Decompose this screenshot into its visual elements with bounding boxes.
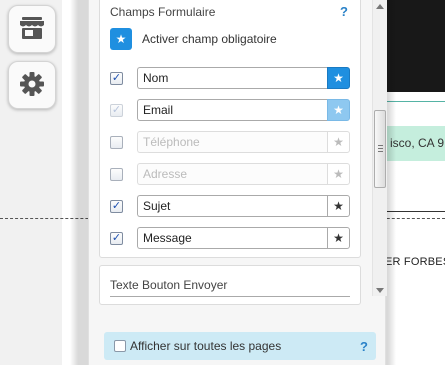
field-label-input-nom[interactable]: Nom [137,67,327,89]
show-on-all-pages-bar: Afficher sur toutes les pages ? [104,332,376,360]
field-row-nom: ✓ Nom ★ [110,67,350,89]
required-toggle-telephone[interactable]: ★ [327,131,350,153]
submit-button-text-section: Texte Bouton Envoyer [99,265,361,305]
show-on-all-pages-label: Afficher sur toutes les pages [130,339,282,353]
submit-button-text-title: Texte Bouton Envoyer [110,278,228,292]
field-label-input-adresse[interactable]: Adresse [137,163,327,185]
field-label-input-telephone[interactable]: Téléphone [137,131,327,153]
field-checkbox-email[interactable]: ✓ [110,104,123,117]
field-checkbox-sujet[interactable]: ✓ [110,200,123,213]
grip-line [378,151,383,152]
address-text: isco, CA 9 [390,136,445,150]
field-checkbox-telephone[interactable] [110,136,123,149]
required-toggle-email[interactable]: ★ [327,99,350,121]
required-toggle-message[interactable]: ★ [327,227,350,249]
field-row-sujet: ✓ Sujet ★ [110,195,350,217]
star-icon: ★ [333,167,344,181]
required-toggle-sujet[interactable]: ★ [327,195,350,217]
star-icon: ★ [333,199,344,213]
required-toggle-adresse[interactable]: ★ [327,163,350,185]
field-checkbox-message[interactable]: ✓ [110,232,123,245]
star-icon: ★ [333,71,344,85]
scroll-down-arrow-icon[interactable] [376,288,384,293]
star-icon: ★ [333,231,344,245]
field-row-email: ✓ Email ★ [110,99,350,121]
scroll-up-arrow-icon[interactable] [376,4,384,9]
help-icon[interactable]: ? [360,339,368,354]
mandatory-toggle-label: Activer champ obligatoire [142,32,277,46]
scrollbar-thumb[interactable] [374,110,386,188]
submit-button-text-input[interactable] [110,296,350,306]
show-on-all-pages-checkbox[interactable] [114,340,126,352]
editor-toolbar [0,0,62,365]
store-icon [19,16,45,43]
field-row-adresse: Adresse ★ [110,163,350,185]
grip-line [378,148,383,149]
star-icon: ★ [115,32,127,46]
contact-form-settings-panel: Champs Formulaire ? ★ Activer champ obli… [88,0,387,365]
help-icon[interactable]: ? [340,4,348,19]
star-icon: ★ [333,135,344,149]
field-checkbox-adresse[interactable] [110,168,123,181]
required-toggle-nom[interactable]: ★ [327,67,350,89]
grip-line [378,145,383,146]
gear-icon [19,71,45,100]
star-icon: ★ [333,103,344,117]
panel-scrollbar[interactable] [372,0,387,296]
form-fields-title: Champs Formulaire [110,5,216,19]
field-label-input-message[interactable]: Message [137,227,327,249]
mandatory-toggle-button[interactable]: ★ [110,28,132,50]
field-row-telephone: Téléphone ★ [110,131,350,153]
field-checkbox-nom[interactable]: ✓ [110,72,123,85]
field-row-message: ✓ Message ★ [110,227,350,249]
store-button[interactable] [8,5,56,53]
settings-button[interactable] [8,61,56,109]
field-label-input-email[interactable]: Email [137,99,327,121]
field-label-input-sujet[interactable]: Sujet [137,195,327,217]
form-fields-section: Champs Formulaire ? ★ Activer champ obli… [99,0,361,258]
